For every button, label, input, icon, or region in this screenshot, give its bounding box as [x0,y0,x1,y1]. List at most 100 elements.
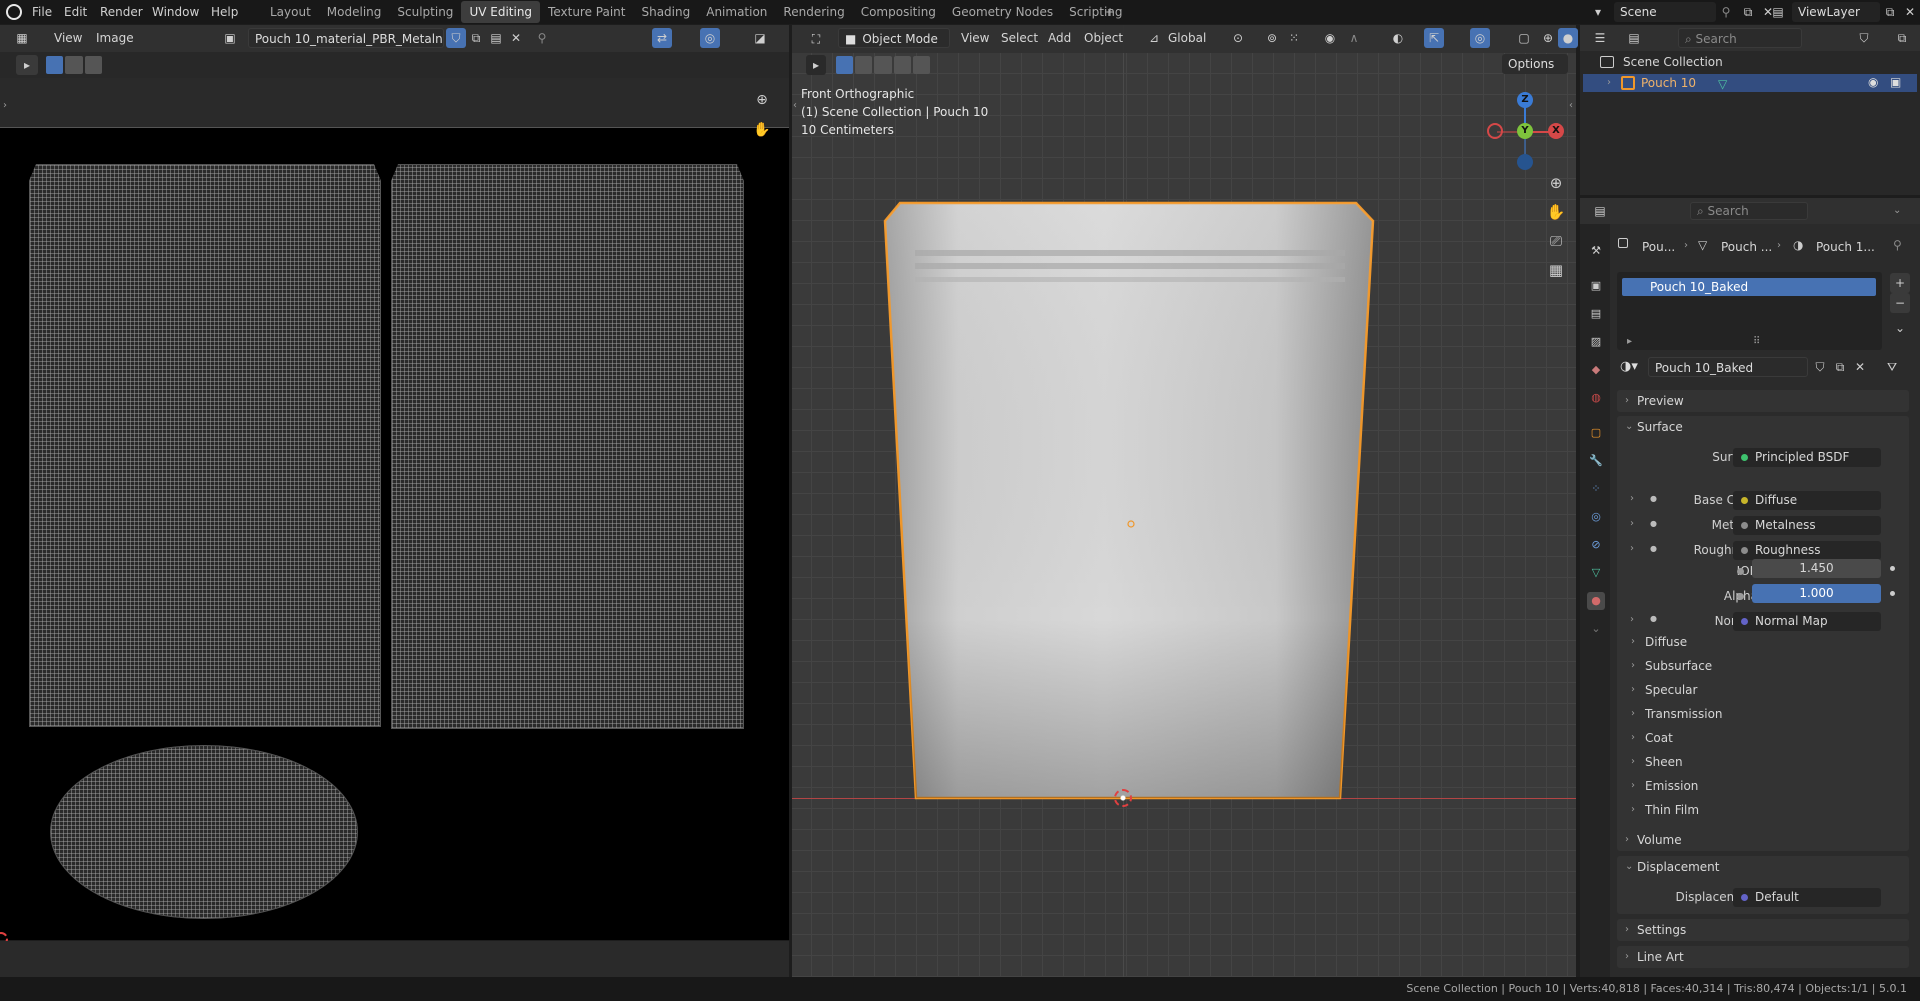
scene-name-field[interactable]: Scene [1614,2,1716,22]
pin-icon[interactable]: ⚲ [1716,2,1736,22]
surface-panel-title[interactable]: Surface [1637,416,1683,438]
preview-panel[interactable]: › Preview [1617,390,1909,412]
input-field[interactable]: Diffuse [1733,491,1881,510]
normal-input-field[interactable]: Normal Map [1733,612,1881,631]
outliner-editor-type-icon[interactable]: ☰ [1590,28,1610,48]
viewport-menu-object[interactable]: Object [1084,31,1123,45]
new-image-icon[interactable]: ⧉ [466,28,486,48]
view-layer-tab-icon[interactable]: ▨ [1587,333,1605,351]
filter-icon[interactable]: ⛉ [1854,28,1874,48]
slot-specials-icon[interactable]: ⌄ [1890,318,1910,338]
properties-editor-type-icon[interactable]: ▤ [1590,201,1610,221]
workspace-tab-animation[interactable]: Animation [698,1,775,23]
subpanel-sheen[interactable]: › Sheen [1625,753,1905,773]
menu-edit[interactable]: Edit [64,0,87,24]
alpha-field[interactable]: 1.000 [1752,584,1881,603]
particles-tab-icon[interactable]: ⁘ [1587,480,1605,498]
menu-file[interactable]: File [32,0,52,24]
outliner-search-input[interactable]: ⌕ Search [1678,28,1802,48]
subpanel-coat[interactable]: › Coat [1625,729,1905,749]
camera-view-icon[interactable]: ⎚ [1544,229,1568,253]
blender-logo-icon[interactable] [6,4,22,20]
slot-list-resize-icon[interactable]: ⠿ [1753,336,1760,347]
snap-target-icon[interactable]: ⁙ [1284,28,1304,48]
image-name-field[interactable]: Pouch 10_material_PBR_Metalness [248,28,444,48]
new-viewlayer-icon[interactable]: ⧉ [1880,2,1900,22]
menu-window[interactable]: Window [152,0,199,24]
material-slot-item[interactable]: Pouch 10_Baked [1622,278,1876,296]
navigation-gizmo[interactable]: Z Y X [1487,92,1564,170]
gizmo-neg-z[interactable] [1517,154,1533,170]
material-link-mode-icon[interactable]: ⛛ [1882,357,1902,377]
viewport-select-tool-icon[interactable]: ▸ [806,55,826,75]
toolbar-expand-icon[interactable]: › [3,100,7,111]
overlay-toggle-icon[interactable]: ◎ [1470,28,1490,48]
pan-hand-icon[interactable]: ✋ [752,120,772,140]
add-slot-icon[interactable]: + [1890,273,1910,293]
uv-menu-view[interactable]: View [54,31,82,45]
alpha-keyframe-icon[interactable] [1890,591,1895,596]
select-mode-extend-icon[interactable] [65,56,83,74]
output-tab-icon[interactable]: ▤ [1587,305,1605,323]
physics-tab-icon[interactable]: ◎ [1587,508,1605,526]
select-mode-subtract-icon[interactable] [84,56,102,74]
vp-mode-extend-icon[interactable] [855,56,873,74]
alpha-socket-icon[interactable] [1737,593,1744,600]
viewlayer-field[interactable]: ViewLayer [1792,2,1880,22]
viewport-pan-icon[interactable]: ✋ [1544,200,1568,224]
material-name-field[interactable]: Pouch 10_Baked [1648,357,1808,377]
viewport-toolbar-expand-icon[interactable]: ‹ [793,100,797,111]
more-tabs-icon[interactable]: ⌄ [1587,620,1605,638]
workspace-tab-rendering[interactable]: Rendering [775,1,852,23]
tool-tab-icon[interactable]: ⚒ [1587,242,1605,260]
workspace-tab-geometry-nodes[interactable]: Geometry Nodes [944,1,1061,23]
viewport-menu-view[interactable]: View [961,31,989,45]
select-tool-icon[interactable]: ▸ [16,55,38,75]
gizmo-z-axis[interactable]: Z [1517,92,1533,108]
orientation-icon[interactable]: ⊿ [1144,28,1164,48]
unlink-image-icon[interactable]: ✕ [506,28,526,48]
uv-menu-image[interactable]: Image [96,31,134,45]
zoom-icon[interactable]: ⊕ [752,90,772,110]
workspace-tab-modeling[interactable]: Modeling [319,1,390,23]
add-workspace-icon[interactable]: + [1100,2,1120,22]
subpanel-transmission[interactable]: › Transmission [1625,705,1905,725]
visibility-icon[interactable]: ◐ [1388,28,1408,48]
render-camera-icon[interactable]: ▣ [1890,75,1901,89]
viewport-zoom-icon[interactable]: ⊕ [1544,171,1568,195]
scene-collection-label[interactable]: Scene Collection [1623,55,1723,69]
constraints-tab-icon[interactable]: ⊘ [1587,536,1605,554]
display-mode-icon[interactable]: ▤ [1624,28,1644,48]
gizmo-x-axis[interactable]: X [1548,123,1564,139]
mesh-data-icon[interactable]: ▽ [1718,77,1727,91]
gizmo-toggle-icon[interactable]: ⇱ [1424,28,1444,48]
material-tab-icon[interactable]: ● [1587,592,1605,610]
xray-icon[interactable]: ▢ [1514,28,1534,48]
breadcrumb-material[interactable]: Pouch 1... [1816,240,1875,254]
falloff-icon[interactable]: ∧ [1344,28,1364,48]
new-scene-icon[interactable]: ⧉ [1738,2,1758,22]
new-collection-icon[interactable]: ⧉ [1892,28,1912,48]
workspace-tab-scripting[interactable]: Scripting [1061,1,1130,23]
slot-list-expand-icon[interactable]: ▸ [1627,336,1632,347]
subpanel-specular[interactable]: › Specular [1625,681,1905,701]
volume-panel[interactable]: › Volume [1617,829,1909,851]
viewport-sidebar-expand-icon[interactable]: ‹ [1569,100,1573,111]
material-browse-icon[interactable]: ◑▾ [1620,359,1638,374]
solid-shading-icon[interactable]: ● [1558,28,1578,48]
world-tab-icon[interactable]: ◍ [1587,389,1605,407]
menu-help[interactable]: Help [211,0,238,24]
gizmo-neg-x[interactable] [1487,123,1503,139]
snap-icon[interactable]: ⊚ [1262,28,1282,48]
open-image-icon[interactable]: ▤ [486,28,506,48]
surface-chevron-icon[interactable]: ⌄ [1625,421,1633,432]
pin-image-icon[interactable]: ⚲ [532,28,552,48]
uv-overlay-icon[interactable]: ◎ [700,28,720,48]
vp-mode-invert-icon[interactable] [893,56,911,74]
3d-cursor-icon[interactable] [1114,789,1132,807]
delete-viewlayer-icon[interactable]: ✕ [1900,2,1920,22]
viewlayer-icon[interactable]: ▤ [1768,2,1788,22]
data-tab-icon[interactable]: ▽ [1587,564,1605,582]
surface-shader-field[interactable]: Principled BSDF [1733,448,1881,467]
uv-sync-icon[interactable]: ⇄ [652,28,672,48]
